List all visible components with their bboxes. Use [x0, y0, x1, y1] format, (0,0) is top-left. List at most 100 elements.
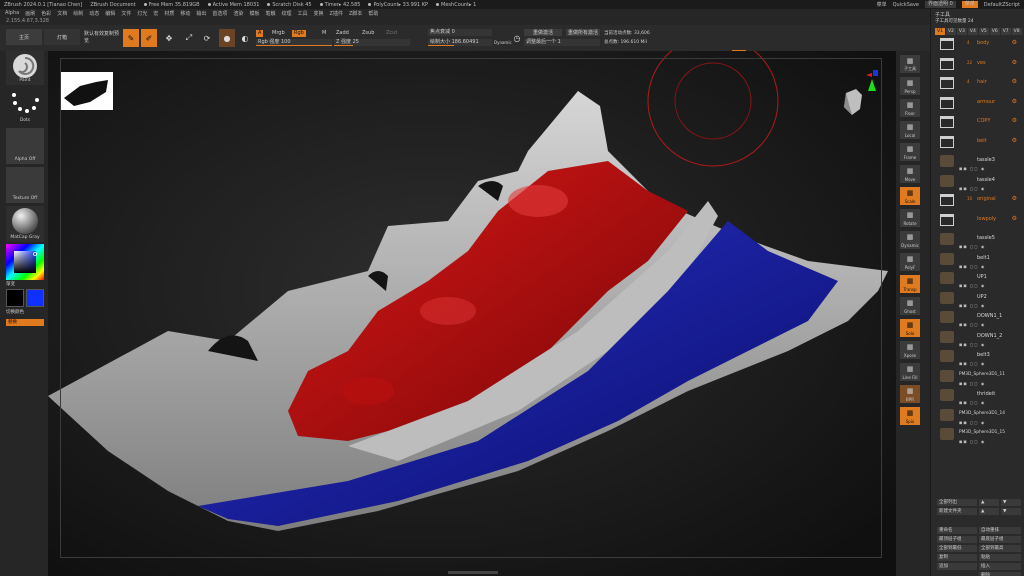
arrow-down-button[interactable]: ▼	[1001, 499, 1021, 506]
draw-size-slider[interactable]: 绘制大小 186.60491	[428, 39, 492, 46]
zcut-toggle[interactable]: Zcut	[384, 30, 399, 37]
visibility-icon[interactable]: ◼◼ ◻◻ ◉	[959, 361, 985, 366]
move-button[interactable]: ✥	[161, 29, 177, 47]
arrow-up2-button[interactable]: ▲	[979, 508, 999, 515]
copy-button[interactable]: 复制	[937, 554, 977, 561]
menu-item[interactable]: 模板	[249, 10, 259, 17]
color-picker[interactable]	[6, 244, 44, 280]
all-high-button[interactable]: 全部到最高	[979, 545, 1021, 552]
new-folder-button[interactable]: 新建文件夹	[937, 508, 977, 515]
focal-shift-slider[interactable]: 焦点衰减 0	[428, 29, 492, 36]
tab-v7[interactable]: V7	[1000, 28, 1011, 35]
subtool-item[interactable]: PM3D_Sphere3D1_15 ◼◼ ◻◻ ◉	[937, 427, 1021, 445]
visibility-icon[interactable]: ◼◼ ◻◻ ◉	[959, 244, 985, 249]
visibility-icon[interactable]: ◼◼ ◻◻ ◉	[959, 166, 985, 171]
rgb-toggle[interactable]: Rgb	[292, 30, 306, 37]
brush-button[interactable]: Paint	[6, 51, 44, 85]
bottom-subgroup-button[interactable]: 最底层子组	[979, 536, 1021, 543]
menus-toggle[interactable]: 菜单	[877, 1, 887, 8]
gear-icon[interactable]: ⚙	[1012, 98, 1017, 105]
subtool-item[interactable]: 10 original ⚙	[937, 193, 1021, 211]
menu-item[interactable]: 笔触	[265, 10, 275, 17]
subtool-item[interactable]: COPY ⚙	[937, 115, 1021, 133]
subtool-item[interactable]: DOWN1_2 ◼◼ ◻◻ ◉	[937, 330, 1021, 348]
material-button[interactable]: MatCap Gray	[6, 206, 44, 242]
draw-button[interactable]: ✐	[141, 29, 157, 47]
tab-v2[interactable]: V2	[945, 28, 956, 35]
shelf-button-rotate[interactable]: ▦ Rotate	[900, 209, 920, 227]
gear-icon[interactable]: ⚙	[1012, 39, 1017, 46]
redo-active-button[interactable]: 重做激活	[524, 29, 562, 36]
menu-item[interactable]: 绘制	[73, 10, 83, 17]
menu-item[interactable]: 编辑	[105, 10, 115, 17]
subtool-item[interactable]: lowpoly ⚙	[937, 213, 1021, 231]
shelf-button-xpose[interactable]: ▦ Xpose	[900, 341, 920, 359]
visibility-icon[interactable]: ◼◼ ◻◻ ◉	[959, 322, 985, 327]
color-sphere[interactable]: ◐	[237, 29, 253, 47]
shelf-button-ghost[interactable]: ▦ Ghost	[900, 297, 920, 315]
default-zscript[interactable]: DefaultZScript	[984, 2, 1020, 8]
m-toggle[interactable]: M	[320, 30, 328, 37]
append-button[interactable]: 追加	[937, 563, 977, 570]
all-low-button[interactable]: 全部到最低	[937, 545, 977, 552]
tab-v1[interactable]: V1	[935, 28, 945, 35]
menu-item[interactable]: 材质	[164, 10, 174, 17]
subtool-item[interactable]: tassle3 ◼◼ ◻◻ ◉	[937, 154, 1021, 172]
switch-color-button[interactable]: 切换颜色	[6, 309, 24, 315]
menu-item[interactable]: 渲染	[233, 10, 243, 17]
visibility-icon[interactable]: ◼◼ ◻◻ ◉	[959, 303, 985, 308]
gradient-label[interactable]: 渐变	[6, 281, 15, 287]
tab-v4[interactable]: V4	[967, 28, 978, 35]
visibility-icon[interactable]: ◼◼ ◻◻ ◉	[959, 283, 985, 288]
gear-icon[interactable]: ⚙	[1012, 137, 1017, 144]
shelf-button-move[interactable]: ▦ Move	[900, 165, 920, 183]
tab-v3[interactable]: V3	[956, 28, 967, 35]
tab-v5[interactable]: V5	[978, 28, 989, 35]
transparency-slider[interactable]: 界面透明 0	[925, 1, 956, 8]
subtool-item[interactable]: 22 ves ⚙	[937, 57, 1021, 75]
dynamic-toggle[interactable]: Dynamic	[492, 39, 514, 46]
gear-icon[interactable]: ⚙	[1012, 195, 1017, 202]
subtool-item[interactable]: belt1 ◼◼ ◻◻ ◉	[937, 252, 1021, 270]
visibility-icon[interactable]: ◼◼ ◻◻ ◉	[959, 420, 985, 425]
rgb-intensity-slider[interactable]: Rgb 强度 100	[256, 39, 332, 46]
zsub-toggle[interactable]: Zsub	[360, 30, 376, 37]
main-color-swatch[interactable]	[6, 289, 24, 307]
mrgb-toggle[interactable]: Mrgb	[270, 30, 287, 37]
lightbox-button[interactable]: 灯箱	[44, 29, 80, 45]
menu-item[interactable]: 色彩	[41, 10, 51, 17]
menu-item[interactable]: 变换	[314, 10, 324, 17]
top-subgroup-button[interactable]: 最顶层子组	[937, 536, 977, 543]
visibility-icon[interactable]: ◼◼ ◻◻ ◉	[959, 381, 985, 386]
z-intensity-slider[interactable]: Z 强度 25	[334, 39, 410, 46]
menu-item[interactable]: 帮助	[368, 10, 378, 17]
shelf-button-polyf[interactable]: ▦ PolyF	[900, 253, 920, 271]
visibility-icon[interactable]: ◼◼ ◻◻ ◉	[959, 264, 985, 269]
visibility-icon[interactable]: ◼◼ ◻◻ ◉	[959, 439, 985, 444]
subtool-item[interactable]: PM3D_Sphere3D1_11 ◼◼ ◻◻ ◉	[937, 369, 1021, 387]
texture-button[interactable]: Texture Off	[6, 167, 44, 203]
menu-item[interactable]: 宏	[153, 10, 158, 17]
stroke-button[interactable]: Dots	[6, 89, 44, 125]
subtool-item[interactable]: belt ⚙	[937, 135, 1021, 153]
shelf-button-transp[interactable]: ▦ Transp	[900, 275, 920, 293]
subtool-item[interactable]: armour ⚙	[937, 96, 1021, 114]
paste-button[interactable]: 粘贴	[979, 554, 1021, 561]
shelf-button-persp[interactable]: ▦ Persp	[900, 77, 920, 95]
subtool-item[interactable]: DOWN1_1 ◼◼ ◻◻ ◉	[937, 310, 1021, 328]
zadd-toggle[interactable]: Zadd	[334, 30, 351, 37]
shelf-button-scale[interactable]: ▦ Scale	[900, 187, 920, 205]
subtool-item[interactable]: UP1 ◼◼ ◻◻ ◉	[937, 271, 1021, 289]
quicksave-button[interactable]: QuickSave	[893, 2, 919, 8]
visibility-icon[interactable]: ◼◼ ◻◻ ◉	[959, 186, 985, 191]
subtool-item[interactable]: tassle5 ◼◼ ◻◻ ◉	[937, 232, 1021, 250]
shelf-button-floor[interactable]: ▦ Floor	[900, 99, 920, 117]
rename-button[interactable]: 重命名	[937, 527, 977, 534]
adjust-last-slider[interactable]: 调整最后一个 1	[524, 39, 600, 46]
menu-item[interactable]: 输出	[196, 10, 206, 17]
tab-v8[interactable]: V8	[1011, 28, 1022, 35]
arrow-down2-button[interactable]: ▼	[1001, 508, 1021, 515]
subtool-item[interactable]: tassle4 ◼◼ ◻◻ ◉	[937, 174, 1021, 192]
menu-item[interactable]: 画刷	[25, 10, 35, 17]
alternate-button[interactable]: 替换	[6, 319, 44, 326]
